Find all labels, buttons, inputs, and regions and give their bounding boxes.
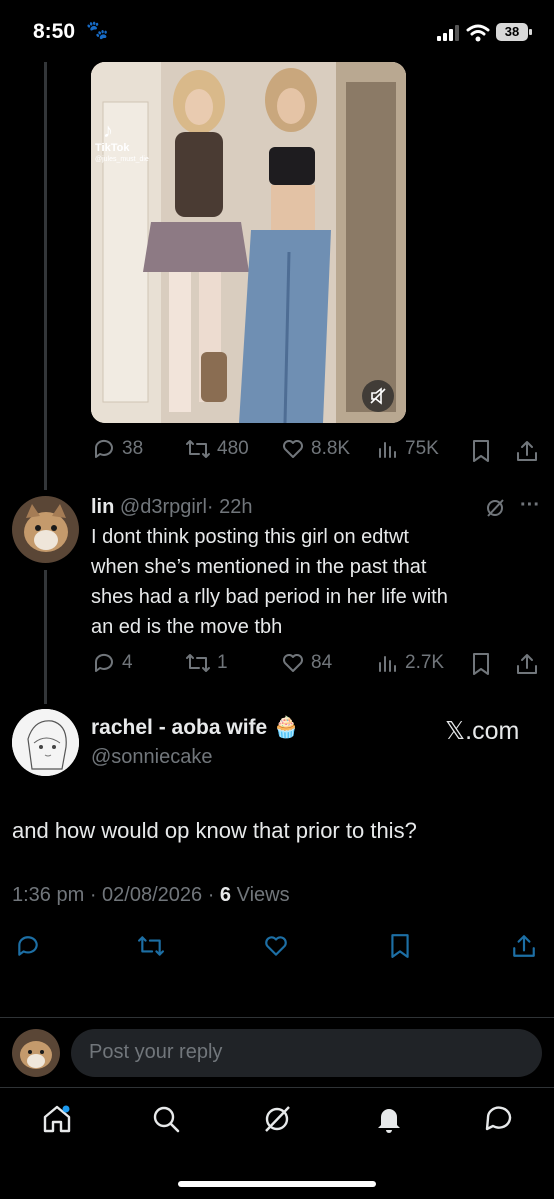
views-count: 6: [219, 884, 232, 906]
repost-icon[interactable]: [136, 933, 166, 959]
repost-action[interactable]: 480: [185, 437, 249, 461]
reply-count: 38: [122, 438, 144, 459]
like-action[interactable]: 84: [281, 651, 332, 675]
cat-avatar-image: [12, 1029, 60, 1077]
reply-count: 4: [122, 652, 133, 673]
divider: [0, 1087, 554, 1088]
display-name[interactable]: lin: [91, 496, 114, 518]
video-frame: [91, 62, 406, 423]
timestamp[interactable]: · 22h: [207, 496, 253, 518]
share-icon[interactable]: [515, 439, 539, 463]
bookmark-icon[interactable]: [388, 933, 412, 959]
battery-indicator: 38: [496, 23, 528, 41]
repost-count: 1: [217, 652, 228, 673]
x-com-badge: 𝕏.com: [445, 717, 520, 745]
tweet-timestamp[interactable]: 1:36 pm · 02/08/2026 ·: [12, 884, 214, 906]
display-name[interactable]: rachel - aoba wife: [91, 716, 267, 739]
tiktok-handle: @jules_must_die: [95, 156, 149, 163]
bell-icon[interactable]: [373, 1103, 405, 1135]
views-icon: [379, 442, 396, 458]
reply-action[interactable]: 4: [92, 651, 133, 675]
views-icon: [379, 656, 396, 672]
share-icon[interactable]: [515, 652, 539, 676]
like-action[interactable]: 8.8K: [281, 437, 350, 461]
tiktok-label: TikTok: [95, 142, 130, 154]
avatar-rachel[interactable]: [12, 709, 79, 776]
views-action[interactable]: 2.7K: [377, 651, 444, 675]
repost-icon: [186, 440, 210, 458]
tiktok-watermark: ♪ TikTok @jules_must_die: [95, 120, 149, 166]
messages-icon[interactable]: [483, 1103, 515, 1135]
home-icon[interactable]: [41, 1103, 73, 1135]
thread-line: [44, 570, 47, 704]
repost-icon: [186, 654, 210, 672]
views-count: 75K: [405, 438, 439, 459]
more-icon[interactable]: ···: [520, 494, 540, 517]
bookmark-icon[interactable]: [470, 439, 492, 463]
heart-icon[interactable]: [262, 933, 290, 959]
tiktok-icon: ♪: [103, 120, 113, 142]
reply-line: I dont think posting this girl on edtwt: [91, 526, 409, 548]
tweet-video[interactable]: [91, 62, 406, 423]
muted-speaker-icon: [370, 387, 386, 405]
avatar-lin[interactable]: [12, 496, 79, 563]
repost-action[interactable]: 1: [185, 651, 228, 675]
battery-tip: [529, 29, 532, 35]
reply-header: lin @d3rpgirl· 22h: [91, 496, 253, 519]
home-indicator: [178, 1181, 376, 1187]
like-count: 84: [311, 652, 333, 673]
reply-icon[interactable]: [14, 933, 42, 959]
heart-icon: [283, 654, 303, 672]
views-count: 2.7K: [405, 652, 445, 673]
reply-line: when she’s mentioned in the past that: [91, 556, 427, 578]
paw-icon: 🐾: [86, 20, 109, 40]
grok-icon[interactable]: [261, 1103, 293, 1135]
mute-button[interactable]: [362, 380, 394, 412]
repost-count: 480: [217, 438, 249, 459]
grok-icon[interactable]: [484, 497, 506, 519]
reply-line: an ed is the move tbh: [91, 616, 283, 638]
anime-avatar-image: [12, 709, 79, 776]
heart-icon: [283, 440, 303, 458]
views-action[interactable]: 75K: [377, 437, 439, 461]
reply-icon: [94, 653, 113, 672]
reply-icon: [94, 439, 113, 458]
reply-placeholder: Post your reply: [89, 1041, 223, 1063]
thread-line: [44, 62, 47, 490]
my-avatar[interactable]: [12, 1029, 60, 1077]
like-count: 8.8K: [311, 438, 351, 459]
divider: [0, 1017, 554, 1018]
views-label: Views: [236, 884, 290, 906]
reply-body: I dont think posting this girl on edtwt …: [91, 522, 448, 642]
bookmark-icon[interactable]: [470, 652, 492, 676]
reply-action[interactable]: 38: [92, 437, 143, 461]
search-icon[interactable]: [151, 1104, 181, 1134]
wifi-icon: [466, 24, 490, 42]
tweet-meta: 1:36 pm · 02/08/2026 · 6 Views: [12, 884, 290, 907]
author-name-row: rachel - aoba wife 🧁: [91, 716, 299, 740]
signal-icon: [437, 25, 459, 41]
status-time: 8:50: [33, 20, 76, 43]
reply-line: shes had a rlly bad period in her life w…: [91, 586, 448, 608]
cupcake-icon: 🧁: [273, 716, 300, 739]
cat-avatar-image: [12, 496, 79, 563]
user-handle[interactable]: @d3rpgirl: [120, 496, 207, 518]
user-handle[interactable]: @sonniecake: [91, 746, 212, 769]
tweet-text: and how would op know that prior to this…: [12, 818, 417, 843]
share-icon[interactable]: [511, 933, 537, 959]
